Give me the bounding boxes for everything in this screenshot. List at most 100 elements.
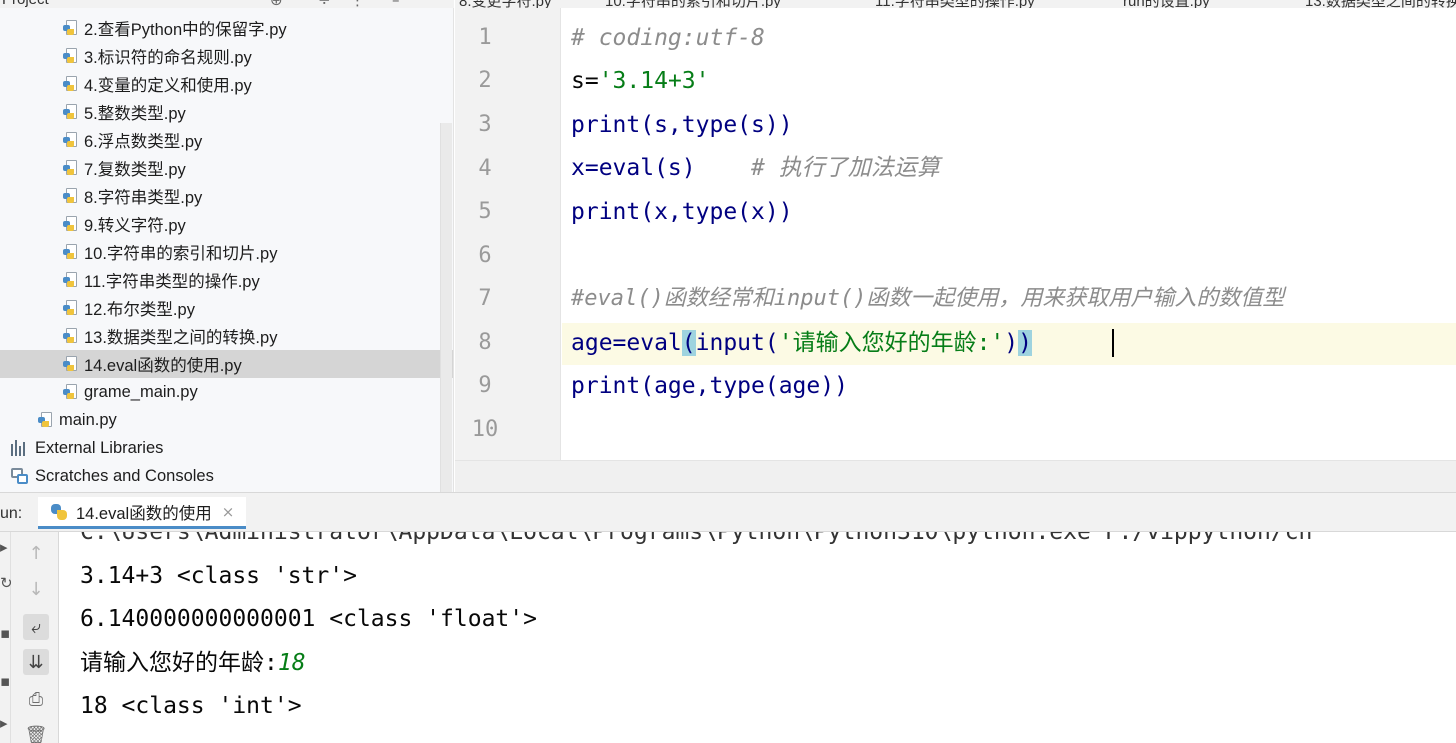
console-input-line: 请输入您好的年龄:18 xyxy=(80,643,306,683)
tree-file-label: 11.字符串类型的操作.py xyxy=(84,273,260,291)
tree-external-libraries[interactable]: External Libraries xyxy=(0,434,453,462)
project-tree: 2.查看Python中的保留字.py 3.标识符的命名规则.py 4.变量的定义… xyxy=(0,8,454,492)
python-file-icon xyxy=(63,159,81,177)
tree-file-main[interactable]: main.py xyxy=(0,406,453,434)
python-file-icon xyxy=(63,19,81,37)
python-file-icon xyxy=(63,383,81,401)
rerun-icon[interactable]: ▸ xyxy=(0,538,8,556)
run-label: un: xyxy=(0,505,23,522)
tree-file-label: 10.字符串的索引和切片.py xyxy=(84,245,278,263)
tree-file-item-selected[interactable]: 14.eval函数的使用.py xyxy=(0,350,453,378)
line-number: 4 xyxy=(478,156,492,181)
line-number: 10 xyxy=(471,417,499,442)
editor-tab[interactable]: run的设置.py xyxy=(1123,0,1210,8)
code-token: print(age,type(age)) xyxy=(571,373,848,399)
arrow-down-icon[interactable]: ↓ xyxy=(23,576,49,602)
tree-file-label: 14.eval函数的使用.py xyxy=(84,357,242,375)
tree-file-item[interactable]: 8.字符串类型.py xyxy=(0,182,453,210)
settings-icon[interactable]: ▪ xyxy=(0,672,10,690)
python-file-icon xyxy=(63,131,81,149)
tree-file-label: 5.整数类型.py xyxy=(84,105,186,123)
tree-file-item[interactable]: 7.复数类型.py xyxy=(0,154,453,182)
tree-file-label: 7.复数类型.py xyxy=(84,161,186,179)
scroll-to-end-icon[interactable]: ⇊ xyxy=(23,649,49,675)
code-token: ) xyxy=(1004,330,1019,356)
trash-icon[interactable]: 🗑 xyxy=(23,722,49,743)
tree-file-item[interactable]: 11.字符串类型的操作.py xyxy=(0,266,453,294)
console-prompt: 请输入您好的年龄: xyxy=(80,650,278,676)
code-line-8: age=eval(input('请输入您好的年龄:')) xyxy=(571,323,1032,363)
code-token: print(s,type(s)) xyxy=(571,112,793,138)
print-icon[interactable]: ⎙ xyxy=(23,686,49,712)
python-file-icon xyxy=(63,299,81,317)
scratches-icon xyxy=(10,467,30,485)
code-line-7: #eval()函数经常和input()函数一起使用，用来获取用户输入的数值型 xyxy=(571,286,1285,311)
debug-icon[interactable]: ▪ xyxy=(0,624,10,642)
line-number: 6 xyxy=(478,243,492,268)
pin-icon[interactable]: ▸ xyxy=(0,714,8,732)
line-number: 7 xyxy=(478,286,492,311)
code-editor[interactable]: # coding:utf-8 s='3.14+3' print(s,type(s… xyxy=(562,8,1456,460)
code-line-5: print(x,type(x)) xyxy=(571,192,793,232)
line-number: 5 xyxy=(478,199,492,224)
tree-scrollbar[interactable] xyxy=(440,123,452,492)
arrow-up-icon[interactable]: ↑ xyxy=(23,540,49,566)
editor-gutter: 1 2 3 4 5 6 7 8 9 10 xyxy=(455,8,561,460)
tree-file-label: 4.变量的定义和使用.py xyxy=(84,77,252,95)
locate-icon[interactable]: ⊕ xyxy=(270,0,283,8)
code-token: age=eval xyxy=(571,330,682,356)
run-toolbar: ↑ ↓ ⤶ ⇊ ⎙ 🗑 xyxy=(11,532,59,743)
tree-file-item[interactable]: 3.标识符的命名规则.py xyxy=(0,42,453,70)
editor-tab[interactable]: 11.字符串类型的操作.py xyxy=(875,0,1035,8)
text-caret xyxy=(1112,329,1114,357)
editor-tab[interactable]: 13.数据类型之间的转换.py xyxy=(1305,0,1456,8)
project-title[interactable]: Project xyxy=(2,0,49,8)
tree-file-label: 9.转义字符.py xyxy=(84,217,186,235)
line-number: 8 xyxy=(478,330,492,355)
python-file-icon xyxy=(63,327,81,345)
tree-file-item[interactable]: 4.变量的定义和使用.py xyxy=(0,70,453,98)
tree-file-label: main.py xyxy=(59,410,117,429)
tree-file-item[interactable]: 10.字符串的索引和切片.py xyxy=(0,238,453,266)
run-side-edge: ▸ ↻ ▪ ▪ ▸ xyxy=(0,532,13,743)
hide-icon[interactable]: – xyxy=(392,0,400,8)
tree-file-item[interactable]: grame_main.py xyxy=(0,378,453,406)
tree-external-libraries-label: External Libraries xyxy=(35,438,164,457)
tree-file-item[interactable]: 6.浮点数类型.py xyxy=(0,126,453,154)
code-line-9: print(age,type(age)) xyxy=(571,366,848,406)
python-file-icon xyxy=(63,243,81,261)
collapse-icon[interactable]: ÷ xyxy=(318,0,331,8)
tree-file-item[interactable]: 9.转义字符.py xyxy=(0,210,453,238)
tree-scratches-label: Scratches and Consoles xyxy=(35,466,214,485)
run-console[interactable]: C:\Users\Administrator\AppData\Local\Pro… xyxy=(59,532,1456,743)
tree-file-label: 2.查看Python中的保留字.py xyxy=(84,21,287,39)
editor-tab[interactable]: 10.字符串的索引和切片.py xyxy=(605,0,781,8)
tree-scratches[interactable]: Scratches and Consoles xyxy=(0,462,453,490)
run-panel-header: un: 14.eval函数的使用 × xyxy=(0,492,1456,532)
code-line-1: # coding:utf-8 xyxy=(571,25,765,51)
line-number: 1 xyxy=(478,25,492,50)
console-output-line: 6.140000000000001 <class 'float'> xyxy=(80,606,537,632)
editor-tab[interactable]: 8.变更字符.py xyxy=(459,0,552,8)
code-line-3: print(s,type(s)) xyxy=(571,105,793,145)
tree-file-item[interactable]: 2.查看Python中的保留字.py xyxy=(0,14,453,42)
tree-file-item[interactable]: 12.布尔类型.py xyxy=(0,294,453,322)
tree-file-item[interactable]: 5.整数类型.py xyxy=(0,98,453,126)
options-icon[interactable]: ⋮ xyxy=(350,0,365,8)
python-file-icon xyxy=(63,187,81,205)
tree-file-label: 3.标识符的命名规则.py xyxy=(84,49,252,67)
close-icon[interactable]: × xyxy=(222,503,235,521)
tree-file-item[interactable]: 13.数据类型之间的转换.py xyxy=(0,322,453,350)
run-tab-label: 14.eval函数的使用 xyxy=(76,504,212,523)
code-token: print(x,type(x)) xyxy=(571,199,793,225)
run-tab[interactable]: 14.eval函数的使用 × xyxy=(38,497,247,529)
editor-bottom-area xyxy=(455,460,1456,492)
tree-file-label: 13.数据类型之间的转换.py xyxy=(84,329,278,347)
code-line-2: s='3.14+3' xyxy=(571,61,709,101)
soft-wrap-icon[interactable]: ⤶ xyxy=(23,614,49,640)
code-token: x=eval(s) xyxy=(571,155,696,181)
tree-file-label: 8.字符串类型.py xyxy=(84,189,203,207)
console-output-line: 18 <class 'int'> xyxy=(80,693,302,719)
line-number: 2 xyxy=(478,68,492,93)
code-token: input( xyxy=(695,330,779,356)
